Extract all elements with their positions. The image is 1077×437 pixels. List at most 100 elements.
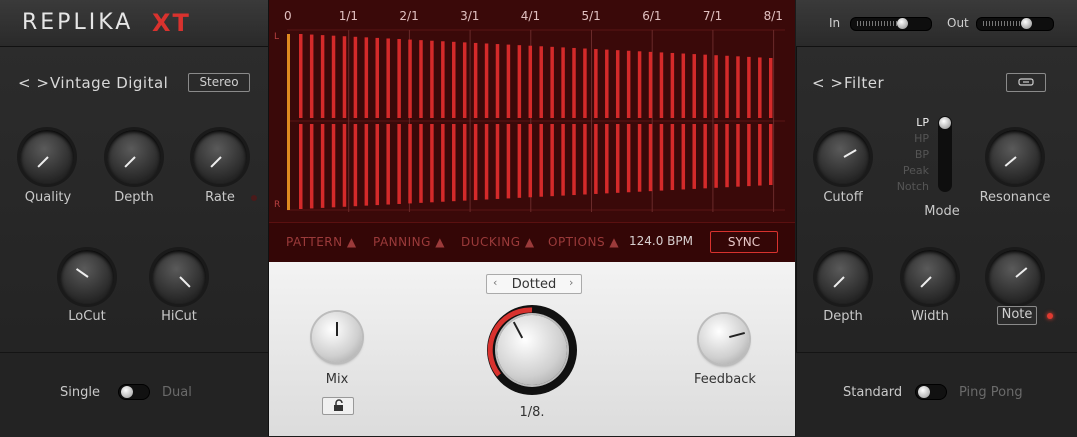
echo-bar-right[interactable] (441, 124, 445, 202)
echo-bar-left[interactable] (736, 56, 740, 118)
rate-sync-led[interactable] (251, 195, 257, 201)
echo-bar-right[interactable] (484, 124, 489, 200)
echo-bar-right[interactable] (615, 124, 620, 193)
echo-bar-left[interactable] (495, 44, 500, 119)
echo-bar-left[interactable] (539, 46, 543, 118)
echo-bar-left[interactable] (353, 36, 358, 119)
quality-knob[interactable] (20, 130, 74, 184)
echo-bar-right[interactable] (473, 124, 478, 201)
echo-bar-right[interactable] (342, 124, 347, 207)
echo-bar-right[interactable] (626, 124, 631, 193)
echo-bar-left[interactable] (605, 49, 609, 118)
echo-bar-right[interactable] (648, 124, 653, 192)
echo-bar-left[interactable] (561, 47, 565, 118)
filter-depth-knob[interactable] (816, 250, 870, 304)
single-dual-toggle[interactable] (118, 384, 150, 400)
echo-bar-right[interactable] (747, 124, 751, 187)
preset-nav-arrows[interactable]: < > (18, 74, 49, 92)
echo-bar-left[interactable] (517, 45, 522, 118)
echo-bar-left[interactable] (626, 50, 631, 118)
mode-slider[interactable] (938, 116, 952, 192)
mode-hp[interactable]: HP (893, 132, 929, 145)
echo-bar-right[interactable] (517, 124, 522, 198)
echo-bar-left[interactable] (375, 37, 380, 118)
echo-bar-left[interactable] (583, 48, 587, 118)
echo-bar-left[interactable] (441, 41, 445, 118)
echo-bar-left[interactable] (758, 57, 762, 118)
mode-notch[interactable]: Notch (893, 180, 929, 193)
echo-bar-left[interactable] (408, 39, 412, 119)
echo-bar-left[interactable] (342, 36, 347, 118)
locut-knob[interactable] (60, 250, 114, 304)
filter-note-knob[interactable] (988, 250, 1042, 304)
echo-bar-left[interactable] (386, 38, 390, 118)
echo-bar-right[interactable] (758, 124, 762, 186)
echo-bar-right[interactable] (583, 124, 587, 195)
echo-bar-left[interactable] (299, 34, 303, 118)
echo-bar-left[interactable] (681, 53, 686, 119)
echo-bar-left[interactable] (670, 52, 675, 118)
lock-button[interactable] (322, 397, 354, 415)
cutoff-knob[interactable] (816, 130, 870, 184)
echo-bar-left[interactable] (397, 39, 401, 118)
tab-pattern[interactable]: PATTERN ▲ (286, 235, 357, 249)
note-button[interactable]: Note (997, 306, 1037, 325)
echo-bar-right[interactable] (528, 124, 533, 198)
echo-bar-right[interactable] (452, 124, 456, 202)
echo-bar-left[interactable] (747, 56, 751, 118)
filter-nav-arrows[interactable]: < > (812, 74, 843, 92)
depth-knob[interactable] (107, 130, 161, 184)
mode-slider-handle[interactable] (939, 117, 951, 129)
output-gain-slider[interactable] (976, 17, 1054, 31)
mode-peak[interactable]: Peak (893, 164, 929, 177)
echo-bar-right[interactable] (637, 124, 642, 192)
echo-bar-left[interactable] (703, 54, 707, 118)
echo-bar-right[interactable] (364, 124, 369, 206)
echo-bar-left[interactable] (506, 44, 511, 118)
echo-bar-right[interactable] (703, 124, 707, 189)
hicut-knob[interactable] (152, 250, 206, 304)
echo-bar-left[interactable] (594, 49, 598, 119)
echo-bar-left[interactable] (648, 51, 653, 118)
timing-mode-selector[interactable]: ‹ Dotted › (486, 274, 582, 294)
echo-bar-right[interactable] (419, 124, 423, 203)
mode-bp[interactable]: BP (893, 148, 929, 161)
echo-bar-left[interactable] (462, 42, 467, 118)
note-sync-led[interactable] (1047, 313, 1053, 319)
rate-knob[interactable] (193, 130, 247, 184)
echo-bar-left[interactable] (769, 58, 773, 118)
echo-bar-right[interactable] (670, 124, 675, 191)
echo-bar-left[interactable] (452, 41, 456, 119)
echo-bar-right[interactable] (714, 124, 718, 188)
tab-ducking[interactable]: DUCKING ▲ (461, 235, 535, 249)
timing-next-icon[interactable]: › (569, 276, 573, 289)
echo-bar-right[interactable] (331, 124, 336, 208)
echo-bar-right[interactable] (572, 124, 576, 196)
echo-bar-right[interactable] (462, 124, 467, 201)
echo-bar-right[interactable] (692, 124, 696, 189)
echo-bar-right[interactable] (659, 124, 664, 191)
echo-bar-right[interactable] (375, 124, 380, 206)
feedback-knob[interactable] (699, 314, 749, 364)
echo-bar-left[interactable] (331, 35, 336, 118)
echo-bar-right[interactable] (320, 124, 325, 208)
echo-bar-left[interactable] (659, 52, 664, 118)
echo-bar-left[interactable] (615, 50, 620, 118)
echo-bar-left[interactable] (484, 43, 489, 118)
standard-pingpong-toggle[interactable] (915, 384, 947, 400)
echo-bar-left[interactable] (320, 35, 325, 118)
mode-lp[interactable]: LP (893, 116, 929, 129)
echo-bar-right[interactable] (299, 124, 303, 209)
echo-bar-right[interactable] (506, 124, 511, 199)
delay-time-knob[interactable] (497, 315, 567, 385)
stereo-button[interactable]: Stereo (188, 73, 250, 92)
echo-bar-right[interactable] (681, 124, 686, 190)
sync-button[interactable]: SYNC (710, 231, 778, 253)
echo-bar-left[interactable] (419, 40, 423, 118)
echo-bar-right[interactable] (309, 124, 314, 209)
tab-panning[interactable]: PANNING ▲ (373, 235, 445, 249)
echo-bar-right[interactable] (769, 124, 773, 185)
input-slider-handle[interactable] (897, 18, 908, 29)
echo-bar-left[interactable] (364, 37, 369, 118)
echo-bar-right[interactable] (550, 124, 554, 197)
